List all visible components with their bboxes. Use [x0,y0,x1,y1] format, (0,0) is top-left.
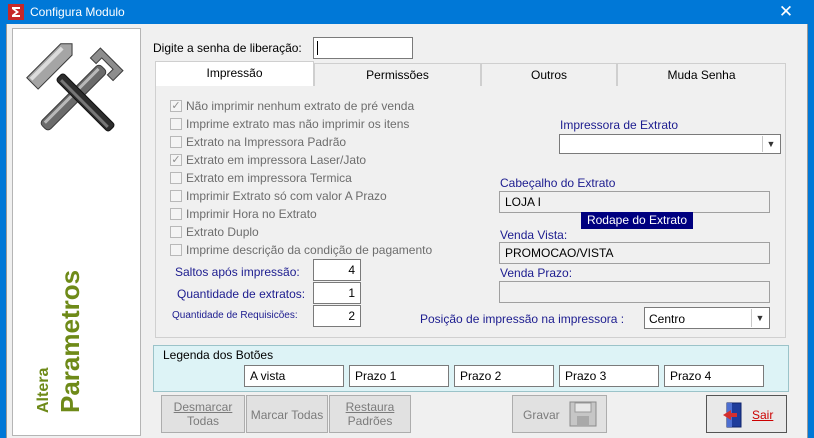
cabecalho-input[interactable]: LOJA I [499,191,770,213]
title-bar: Configura Modulo ✕ [0,0,814,24]
checkbox-opt-7[interactable] [170,226,182,238]
button-text: Sair [752,408,774,422]
close-icon[interactable]: ✕ [772,0,800,24]
option-label: Imprime descrição da condição de pagamen… [186,243,433,257]
left-panel: Altera Parametros [12,28,141,436]
legend-title: Legenda dos Botões [163,348,274,362]
legend-item[interactable]: Prazo 3 [559,365,659,387]
saltos-input[interactable]: 4 [313,259,361,281]
extratos-label: Quantidade de extratos: [177,287,306,301]
checkbox-opt-4[interactable] [170,172,182,184]
requisicoes-label: Quantidade de Requisicões: [172,310,298,321]
checkbox-opt-2[interactable] [170,136,182,148]
restaura-padroes-button[interactable]: Restaura Padrões [329,395,411,433]
extratos-input[interactable]: 1 [313,282,361,304]
text-cursor [317,41,318,55]
app-icon [8,4,24,20]
venda-vista-input[interactable]: PROMOCAO/VISTA [499,242,770,264]
option-label: Imprimir Hora no Extrato [186,207,317,221]
password-input[interactable] [313,37,413,59]
marcar-todas-button[interactable]: Marcar Todas [246,395,328,433]
rodape-label: Rodape do Extrato [581,212,693,229]
impressora-select[interactable]: ▼ [559,134,781,154]
checkbox-opt-1[interactable] [170,118,182,130]
legend-item[interactable]: A vista [244,365,344,387]
gravar-button[interactable]: Gravar [512,395,607,433]
option-label: Imprime extrato mas não imprimir os iten… [186,117,410,131]
posicao-label: Posição de impressão na impressora : [420,312,625,326]
option-label: Não imprimir nenhum extrato de pré venda [186,99,415,113]
desmarcar-todas-button[interactable]: Desmarcar Todas [161,395,245,433]
checkbox-opt-3[interactable]: ✓ [170,154,182,166]
password-label: Digite a senha de liberação: [153,41,302,55]
venda-prazo-label: Venda Prazo: [500,266,573,280]
button-text: Gravar [523,408,560,422]
panel-text-altera: Altera [35,367,52,413]
sair-button[interactable]: Sair [706,395,787,433]
window-title: Configura Modulo [30,5,125,19]
legend-item[interactable]: Prazo 4 [664,365,764,387]
button-text: Todas [186,414,220,428]
legend-item[interactable]: Prazo 1 [349,365,449,387]
option-label: Extrato em impressora Laser/Jato [186,153,367,167]
tab-impressao[interactable]: Impressão [155,61,314,87]
panel-text-parametros: Parametros [55,269,85,413]
checkbox-opt-5[interactable] [170,190,182,202]
impressora-label: Impressora de Extrato [560,118,679,132]
saltos-label: Saltos após impressão: [175,265,300,279]
button-text: Desmarcar [173,400,233,414]
option-label: Extrato Duplo [186,225,259,239]
tab-muda-senha[interactable]: Muda Senha [617,63,786,87]
requisicoes-input[interactable]: 2 [313,305,361,327]
option-label: Extrato em impressora Termica [186,171,352,185]
checkbox-opt-0[interactable]: ✓ [170,100,182,112]
button-text: Restaura [345,400,395,414]
venda-vista-label: Venda Vista: [500,228,568,242]
button-text: Padrões [347,414,393,428]
venda-prazo-input[interactable] [499,281,770,303]
posicao-select[interactable]: Centro ▼ [644,307,770,329]
tab-permissoes[interactable]: Permissões [314,63,481,87]
legend-item[interactable]: Prazo 2 [454,365,554,387]
exit-door-icon [723,402,742,428]
chevron-down-icon[interactable]: ▼ [762,136,779,152]
option-label: Imprimir Extrato só com valor A Prazo [186,189,387,203]
tools-icon [26,43,124,132]
cabecalho-label: Cabeçalho do Extrato [500,176,616,190]
posicao-value: Centro [649,312,686,326]
option-label: Extrato na Impressora Padrão [186,135,347,149]
save-disk-icon [569,401,597,427]
checkbox-opt-6[interactable] [170,208,182,220]
checkbox-opt-8[interactable] [170,244,182,256]
chevron-down-icon[interactable]: ▼ [751,309,768,327]
tab-outros[interactable]: Outros [481,63,617,87]
